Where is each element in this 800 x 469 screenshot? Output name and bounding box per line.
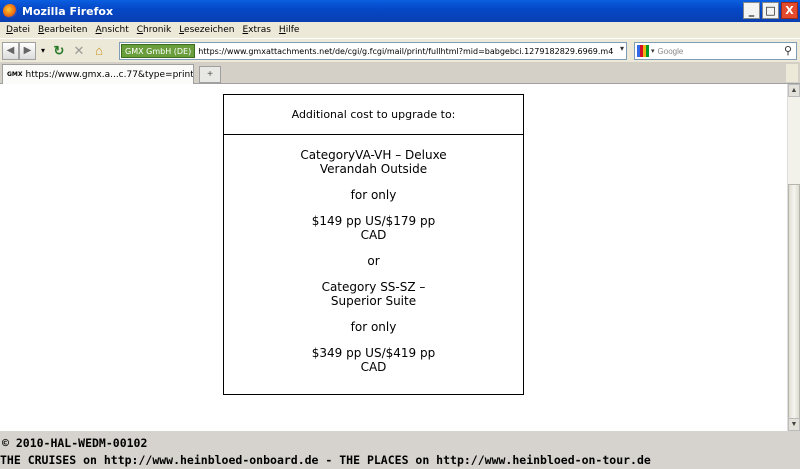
close-button[interactable]: X [781,2,798,19]
back-button[interactable]: ◀ [2,41,19,60]
back-arrow-icon: ◀ [6,45,15,56]
footer-caption: © 2010-HAL-WEDM-00102 THE CRUISES on htt… [0,431,800,469]
search-placeholder: Google [657,46,684,56]
tab-bar: GMX https://www.gmx.a...c.77&type=print … [0,62,800,84]
firefox-icon [3,4,17,18]
price1-line2: CAD [360,228,387,242]
scroll-up-arrow-icon[interactable]: ▲ [788,84,800,97]
credits-line: THE CRUISES on http://www.heinbloed-onbo… [0,453,651,467]
reload-icon: ↻ [53,42,65,58]
menu-bar: Datei Bearbeiten Ansicht Chronik Lesezei… [0,22,800,38]
minimize-button[interactable]: _ [743,2,760,19]
google-engine-icon[interactable] [637,45,649,57]
search-engine-dropdown-icon[interactable]: ▾ [651,47,655,55]
url-dropdown-icon[interactable]: ▾ [620,44,624,53]
tab-label: https://www.gmx.a...c.77&type=print [25,69,194,80]
stop-button[interactable]: ✕ [70,42,88,60]
or-separator: or [367,254,380,268]
option2-name-line2: Superior Suite [330,294,417,308]
for-only-2: for only [350,320,397,334]
tab-active[interactable]: GMX https://www.gmx.a...c.77&type=print [2,64,194,84]
price2-line1: $349 pp US/$419 pp [311,346,436,360]
option1-name-line1: CategoryVA-VH – Deluxe [300,148,447,162]
menu-hilfe[interactable]: Hilfe [279,25,300,35]
for-only-1: for only [350,188,397,202]
stop-icon: ✕ [73,42,85,58]
gmx-favicon: GMX [7,71,23,78]
history-dropdown-button[interactable]: ▾ [38,42,48,60]
menu-extras[interactable]: Extras [242,25,270,35]
page-content: Additional cost to upgrade to: CategoryV… [0,84,787,431]
menu-lesezeichen[interactable]: Lesezeichen [179,25,234,35]
forward-arrow-icon: ▶ [23,45,32,56]
new-tab-button[interactable]: + [199,66,221,83]
navigation-toolbar: ◀ ▶ ▾ ↻ ✕ ⌂ GMX GmbH (DE) https://www.gm… [0,38,800,62]
menu-chronik[interactable]: Chronik [137,25,171,35]
price1-line1: $149 pp US/$179 pp [311,214,436,228]
search-box[interactable]: ▾ Google ⚲ [634,42,797,60]
home-icon: ⌂ [95,43,103,58]
offer-body: CategoryVA-VH – Deluxe Verandah Outside … [224,135,523,374]
window-titlebar[interactable]: Mozilla Firefox _ □ X [0,0,800,22]
price2-line2: CAD [360,360,387,374]
upgrade-offer-box: Additional cost to upgrade to: CategoryV… [223,94,524,395]
scrollbar-thumb[interactable] [788,184,800,419]
tab-list-button[interactable] [786,64,798,82]
window-controls: _ □ X [743,2,798,19]
option2-name-line1: Category SS-SZ – [321,280,426,294]
copyright-line: © 2010-HAL-WEDM-00102 [2,436,148,450]
scroll-down-arrow-icon[interactable]: ▼ [788,418,800,431]
search-icon[interactable]: ⚲ [784,44,792,57]
window-title: Mozilla Firefox [22,4,114,18]
site-identity-badge[interactable]: GMX GmbH (DE) [121,44,196,58]
reload-button[interactable]: ↻ [50,42,68,60]
offer-header: Additional cost to upgrade to: [224,95,523,135]
vertical-scrollbar[interactable]: ▲ ▼ [787,84,800,431]
option1-name-line2: Verandah Outside [319,162,428,176]
forward-button[interactable]: ▶ [19,41,36,60]
menu-ansicht[interactable]: Ansicht [96,25,129,35]
url-text: https://www.gmxattachments.net/de/cgi/g.… [198,46,614,56]
url-bar[interactable]: GMX GmbH (DE) https://www.gmxattachments… [119,42,627,60]
home-button[interactable]: ⌂ [90,42,108,60]
menu-datei[interactable]: Datei [6,25,30,35]
maximize-button[interactable]: □ [762,2,779,19]
menu-bearbeiten[interactable]: Bearbeiten [38,25,87,35]
